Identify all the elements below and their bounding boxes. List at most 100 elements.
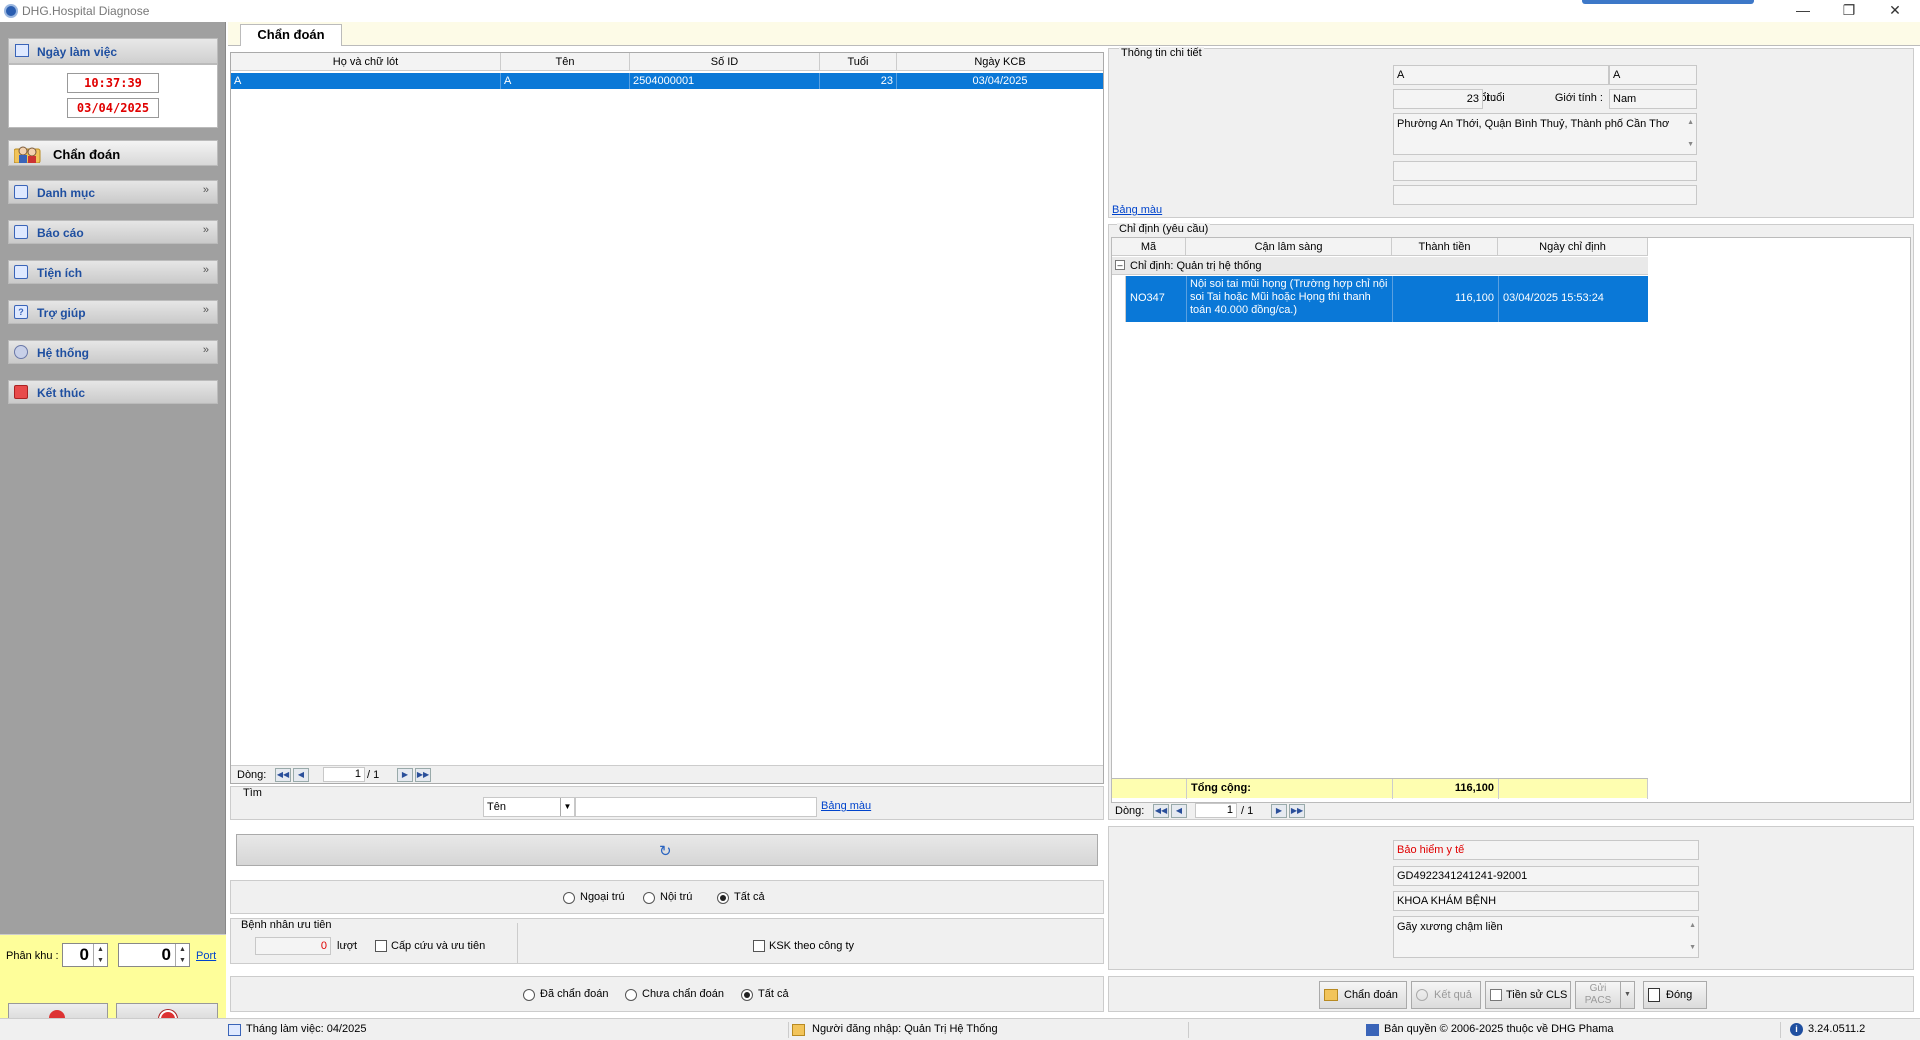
title-bar: DHG.Hospital Diagnose — ❐ ✕ — [0, 0, 1920, 22]
col-header[interactable]: Mã — [1112, 238, 1186, 256]
sidebar-item-system[interactable]: Hệ thống » — [8, 340, 218, 364]
sidebar-item-help[interactable]: ? Trợ giúp » — [8, 300, 218, 324]
col-header[interactable]: Ngày chỉ định — [1498, 238, 1648, 256]
col-header[interactable]: Số ID — [630, 53, 820, 71]
radio-da-chan-doan[interactable] — [523, 989, 535, 1001]
diagnose-button[interactable]: Chẩn đoán — [1319, 981, 1407, 1009]
sidebar-item-exit[interactable]: Kết thúc — [8, 380, 218, 404]
sidebar-item-catalog[interactable]: Danh mục » — [8, 180, 218, 204]
tab-diagnose[interactable]: Chẩn đoán — [240, 24, 342, 46]
refresh-button[interactable]: ↻ — [236, 834, 1098, 866]
radio-ngoai-tru[interactable] — [563, 892, 575, 904]
zone-spinner-2[interactable]: 0 ▲ ▼ — [118, 943, 190, 967]
col-header[interactable]: Thành tiền — [1392, 238, 1498, 256]
scroll-up-icon[interactable]: ▲ — [1687, 116, 1694, 130]
zone-value-2: 0 — [161, 945, 171, 964]
prev-page-icon[interactable]: ◀ — [293, 768, 309, 782]
page-input[interactable]: 1 — [1195, 803, 1237, 818]
report-icon — [14, 225, 28, 239]
utility-icon — [14, 265, 28, 279]
sidebar-item-diagnose[interactable]: Chẩn đoán — [8, 140, 218, 166]
history-button[interactable]: Tiền sử CLS — [1485, 981, 1571, 1009]
spinner-arrows-icon[interactable]: ▲ ▼ — [175, 944, 189, 966]
card-field[interactable]: GD4922341241241-92001 — [1393, 866, 1699, 886]
sidebar-item-utilities[interactable]: Tiện ích » — [8, 260, 218, 284]
radio-chua-chan-doan[interactable] — [625, 989, 637, 1001]
object-field[interactable]: Bảo hiểm y tế — [1393, 840, 1699, 860]
collapse-icon[interactable]: – — [1115, 260, 1125, 270]
orders-group-label: Chỉ định (yêu cầu) — [1117, 223, 1211, 235]
result-button[interactable]: Kết quả — [1411, 981, 1481, 1009]
close-window-button[interactable]: ✕ — [1872, 0, 1918, 22]
search-field-select[interactable]: Tên ▼ — [483, 797, 575, 817]
sidebar-item-label: Kết thúc — [37, 386, 85, 400]
last-page-icon[interactable]: ▶▶ — [1289, 804, 1305, 818]
restore-button[interactable]: ❐ — [1826, 0, 1872, 22]
last-page-icon[interactable]: ▶▶ — [415, 768, 431, 782]
search-input[interactable] — [575, 797, 817, 817]
first-page-icon[interactable]: ◀◀ — [1153, 804, 1169, 818]
help-icon: ? — [14, 305, 28, 319]
search-group: Tìm Tên ▼ Bảng màu — [230, 786, 1104, 820]
scroll-down-icon[interactable]: ▼ — [1689, 941, 1696, 955]
scroll-up-icon[interactable]: ▲ — [1689, 919, 1696, 933]
name-field-1[interactable]: A — [1393, 65, 1609, 85]
port-link[interactable]: Port — [196, 950, 216, 962]
color-legend-link[interactable]: Bảng màu — [821, 800, 871, 812]
orders-pager: Dòng: ◀◀ ◀ 1 / 1 ▶ ▶▶ — [1111, 803, 1911, 819]
scroll-down-icon[interactable]: ▼ — [1687, 138, 1694, 152]
emergency-checkbox[interactable] — [375, 940, 387, 952]
next-page-icon[interactable]: ▶ — [397, 768, 413, 782]
address-field[interactable]: Phường An Thới, Quận Bình Thuỷ, Thành ph… — [1393, 113, 1697, 155]
radio-tat-ca-diag[interactable] — [741, 989, 753, 1001]
action-bar: Chẩn đoán Kết quả Tiền sử CLS Gửi PACS ▼… — [1108, 976, 1914, 1012]
col-header[interactable]: Tuổi — [820, 53, 897, 71]
diag-filter-group: Đã chẩn đoán Chưa chẩn đoán Tất cả — [230, 976, 1104, 1012]
cell-ten: A — [501, 73, 630, 89]
spinner-arrows-icon[interactable]: ▲ ▼ — [93, 944, 107, 966]
col-header[interactable]: Cận lâm sàng — [1186, 238, 1392, 256]
chevron-down-icon[interactable]: ▼ — [1620, 982, 1634, 1008]
company-field[interactable] — [1393, 185, 1697, 205]
status-month: Tháng làm việc: 04/2025 — [246, 1023, 367, 1035]
next-page-icon[interactable]: ▶ — [1271, 804, 1287, 818]
col-header[interactable]: Họ và chữ lót — [231, 53, 501, 71]
page-input[interactable]: 1 — [323, 767, 365, 782]
ksk-checkbox[interactable] — [753, 940, 765, 952]
minimize-button[interactable]: — — [1780, 0, 1826, 22]
grid-pager: Dòng: ◀◀ ◀ 1 / 1 ▶ ▶▶ — [231, 765, 1103, 783]
table-row[interactable]: A A 2504000001 23 03/04/2025 — [231, 73, 1103, 89]
prev-page-icon[interactable]: ◀ — [1171, 804, 1187, 818]
radio-tat-ca[interactable] — [717, 892, 729, 904]
app-icon — [4, 4, 18, 18]
age-field[interactable]: 23 — [1393, 89, 1483, 109]
workday-box: 10:37:39 03/04/2025 — [8, 64, 218, 128]
search-group-label: Tìm — [243, 787, 262, 799]
gear-icon — [14, 345, 28, 359]
gender-field[interactable]: Nam — [1609, 89, 1697, 109]
col-header[interactable]: Ngày KCB — [897, 53, 1103, 71]
diag-field[interactable]: Gãy xương chậm liền ▲ ▼ — [1393, 916, 1699, 958]
radio-noi-tru[interactable] — [643, 892, 655, 904]
color-legend-link-details[interactable]: Bảng màu — [1112, 204, 1162, 216]
priority-count: 0 — [255, 937, 331, 955]
sidebar-item-reports[interactable]: Báo cáo » — [8, 220, 218, 244]
zone-spinner-1[interactable]: 0 ▲ ▼ — [62, 943, 108, 967]
first-page-icon[interactable]: ◀◀ — [275, 768, 291, 782]
pacs-button[interactable]: Gửi PACS ▼ — [1575, 981, 1635, 1009]
col-header[interactable]: Tên — [501, 53, 630, 71]
phone-field[interactable] — [1393, 161, 1697, 181]
name-field-2[interactable]: A — [1609, 65, 1697, 85]
table-row[interactable]: NO347 Nội soi tai mũi họng (Trường hợp c… — [1112, 276, 1648, 322]
work-date: 03/04/2025 — [67, 98, 159, 118]
workday-header[interactable]: Ngày làm việc — [8, 38, 218, 64]
book-icon — [14, 185, 28, 199]
group-row-label: Chỉ định: Quản trị hệ thống — [1130, 260, 1262, 272]
close-button[interactable]: Đóng — [1643, 981, 1707, 1009]
send-field[interactable]: KHOA KHÁM BỆNH — [1393, 891, 1699, 911]
cell-thanh-tien: 116,100 — [1392, 276, 1498, 322]
group-row[interactable]: – Chỉ định: Quản trị hệ thống — [1112, 257, 1648, 275]
grid-header: Họ và chữ lót Tên Số ID Tuổi Ngày KCB — [231, 53, 1103, 71]
zone-value-1: 0 — [79, 945, 89, 964]
power-icon — [14, 385, 28, 399]
